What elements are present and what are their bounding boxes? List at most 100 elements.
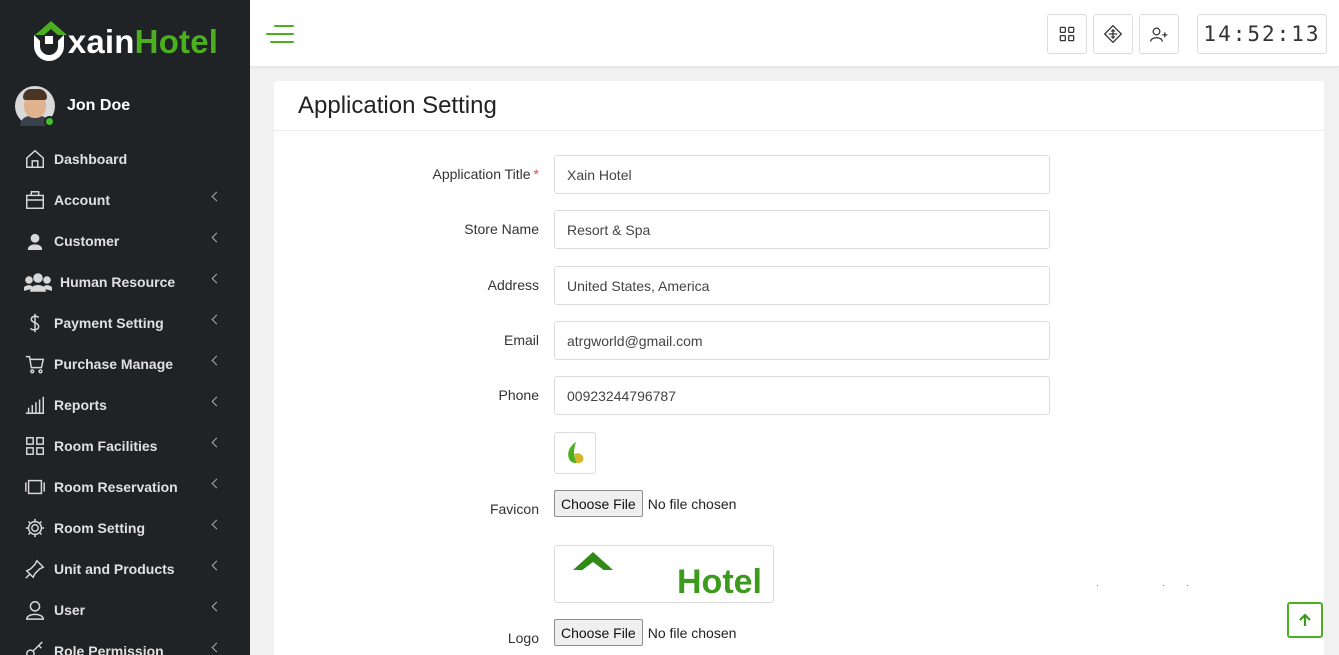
brand-text-xain: xain <box>67 23 135 60</box>
sidebar-item-label: Role Permission <box>54 642 164 655</box>
sidebar-item-label: Account <box>54 191 110 208</box>
app-title-label-text: Application Title <box>432 166 531 182</box>
sidebar-item-room-setting[interactable]: Room Setting <box>0 507 250 548</box>
store-name-input[interactable] <box>554 210 1050 249</box>
sidebar-item-room-reservation[interactable]: Room Reservation <box>0 466 250 507</box>
avatar[interactable] <box>15 86 55 127</box>
sidebar-item-label: Unit and Products <box>54 560 175 577</box>
sidebar-item-payment-setting[interactable]: Payment Setting <box>0 302 250 343</box>
sidebar-item-label: Customer <box>54 232 120 249</box>
email-label: Email <box>503 332 539 348</box>
sidebar-item-dashboard[interactable]: Dashboard <box>0 138 250 179</box>
logo-label: Logo <box>507 630 539 646</box>
chevron-left-icon <box>211 273 222 284</box>
chevron-left-icon <box>211 601 222 612</box>
logo-file-status: No file chosen <box>647 624 737 641</box>
user-panel[interactable]: Jon Doe <box>0 80 250 132</box>
scroll-to-top-button[interactable] <box>1287 602 1323 638</box>
chevron-left-icon <box>211 642 222 653</box>
form-row-store-name: Store Name <box>274 210 1324 250</box>
online-status-icon <box>44 116 55 127</box>
logo-preview: Hotel <box>554 545 774 603</box>
sidebar-item-label: Room Setting <box>54 519 145 536</box>
sidebar-item-reports[interactable]: Reports <box>0 384 250 425</box>
person-icon <box>24 599 46 621</box>
film-icon <box>24 476 46 498</box>
add-user-icon <box>1150 27 1168 42</box>
move-icon <box>1103 24 1123 44</box>
users-icon <box>24 271 52 293</box>
card-header: Application Setting <box>274 81 1324 131</box>
chevron-left-icon <box>211 314 222 325</box>
form-row-app-title: Application Title * <box>274 155 1324 195</box>
house-logo-icon <box>32 21 67 61</box>
gear-icon <box>24 517 46 539</box>
form-row-address: Address <box>274 266 1324 306</box>
brand-text-hotel: Hotel <box>134 23 219 60</box>
logo-choose-file-button[interactable]: Choose File <box>554 619 643 646</box>
key-icon <box>24 640 46 655</box>
phone-input[interactable] <box>554 376 1050 415</box>
sidebar-item-room-facilities[interactable]: Room Facilities <box>0 425 250 466</box>
sidebar-item-label: User <box>54 601 86 618</box>
address-input[interactable] <box>554 266 1050 305</box>
digital-clock: 14:52:13 <box>1197 14 1327 54</box>
arrow-up-icon <box>1299 613 1311 626</box>
store-name-label: Store Name <box>464 221 539 237</box>
sidebar: xain Hotel Jon Doe Dashboard Account Cust… <box>0 0 250 655</box>
apps-grid-button[interactable] <box>1047 14 1087 54</box>
chevron-left-icon <box>211 355 222 366</box>
add-user-button[interactable] <box>1139 14 1179 54</box>
favicon-file-input: Choose File No file chosen <box>554 490 736 517</box>
sidebar-item-customer[interactable]: Customer <box>0 220 250 261</box>
sidebar-item-label: Human Resource <box>60 273 176 290</box>
chevron-left-icon <box>211 191 222 202</box>
chevron-left-icon <box>211 396 222 407</box>
dot-decoration: . <box>1186 578 1189 589</box>
brand-logo[interactable]: xain Hotel <box>0 0 250 80</box>
briefcase-icon <box>24 189 46 211</box>
email-input[interactable] <box>554 321 1050 360</box>
phone-label: Phone <box>498 387 539 403</box>
required-marker: * <box>533 166 539 182</box>
favicon-label: Favicon <box>489 501 539 517</box>
topbar: 14:52:13 <box>250 0 1339 67</box>
form-row-phone: Phone <box>274 376 1324 416</box>
logo-preview-text: Hotel <box>677 563 762 601</box>
dot-decoration: . <box>1096 578 1099 589</box>
dollar-icon <box>24 312 46 334</box>
favicon-preview <box>554 432 596 474</box>
app-title-label: Application Title * <box>432 166 539 182</box>
sidebar-item-label: Payment Setting <box>54 314 164 331</box>
sidebar-item-label: Dashboard <box>54 150 128 167</box>
user-name: Jon Doe <box>67 97 131 114</box>
favicon-choose-file-button[interactable]: Choose File <box>554 490 643 517</box>
user-icon <box>24 230 46 252</box>
chevron-left-icon <box>211 437 222 448</box>
sidebar-item-user[interactable]: User <box>0 589 250 630</box>
logo-file-input: Choose File No file chosen <box>554 619 736 646</box>
sidebar-item-label: Room Facilities <box>54 437 158 454</box>
sidebar-item-label: Reports <box>54 396 107 413</box>
dot-decoration: . <box>1162 578 1165 589</box>
chevron-left-icon <box>211 560 222 571</box>
leaf-favicon-icon <box>568 441 584 464</box>
sidebar-item-account[interactable]: Account <box>0 179 250 220</box>
favicon-file-status: No file chosen <box>647 495 737 512</box>
chevron-left-icon <box>211 519 222 530</box>
page-title: Application Setting <box>298 91 497 119</box>
chevron-left-icon <box>211 478 222 489</box>
menu-toggle-icon[interactable] <box>266 25 294 43</box>
pos-button[interactable] <box>1093 14 1133 54</box>
pin-icon <box>24 558 46 580</box>
app-title-input[interactable] <box>554 155 1050 194</box>
sidebar-item-unit-and-products[interactable]: Unit and Products <box>0 548 250 589</box>
form-row-email: Email <box>274 321 1324 361</box>
chevron-left-icon <box>211 232 222 243</box>
bar-chart-icon <box>24 394 46 416</box>
sidebar-item-human-resource[interactable]: Human Resource <box>0 261 250 302</box>
grid-icon <box>24 435 46 457</box>
cart-icon <box>24 353 46 375</box>
sidebar-item-role-permission[interactable]: Role Permission <box>0 630 250 655</box>
sidebar-item-purchase-manage[interactable]: Purchase Manage <box>0 343 250 384</box>
